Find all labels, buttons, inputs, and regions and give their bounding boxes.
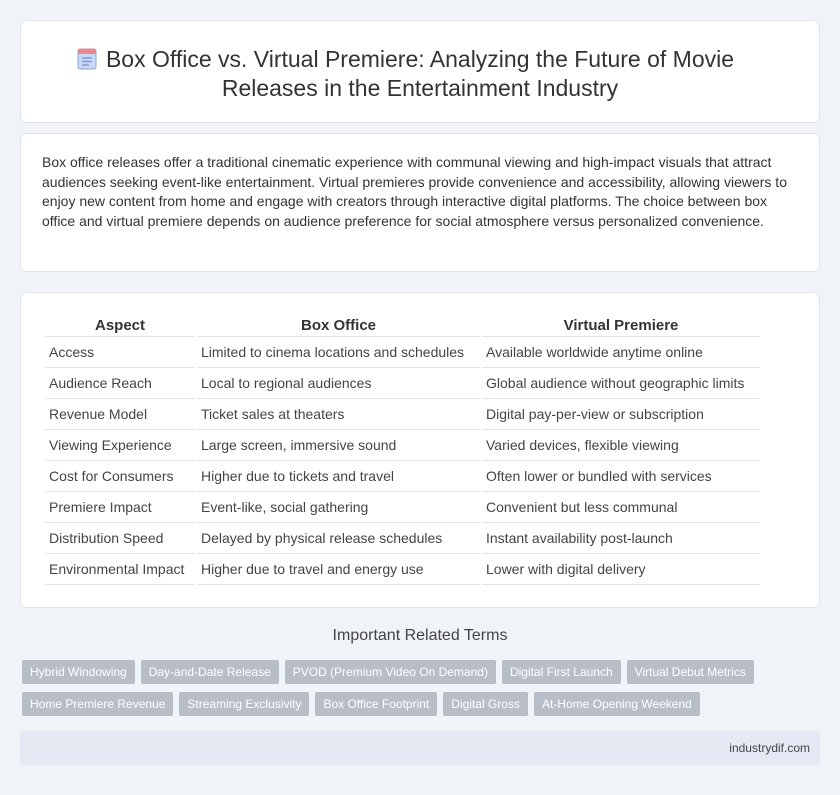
cell-box-office: Large screen, immersive sound [197, 430, 480, 461]
footer: industrydif.com [20, 731, 820, 765]
cell-virtual-premiere: Digital pay-per-view or subscription [482, 399, 760, 430]
footer-site-link[interactable]: industrydif.com [729, 741, 810, 755]
header-aspect: Aspect [45, 315, 195, 337]
cell-aspect: Distribution Speed [45, 523, 195, 554]
term-tag[interactable]: Virtual Debut Metrics [626, 660, 754, 684]
intro-paragraph: Box office releases offer a traditional … [42, 154, 787, 229]
comparison-card: Aspect Box Office Virtual Premiere Acces… [20, 292, 820, 608]
term-row: Hybrid Windowing Day-and-Date Release PV… [22, 660, 822, 684]
term-tag[interactable]: Hybrid Windowing [22, 660, 135, 684]
cell-virtual-premiere: Global audience without geographic limit… [482, 368, 760, 399]
cell-aspect: Cost for Consumers [45, 461, 195, 492]
table-row: Cost for Consumers Higher due to tickets… [45, 461, 760, 492]
related-terms: Hybrid Windowing Day-and-Date Release PV… [22, 660, 822, 724]
term-tag[interactable]: Day-and-Date Release [140, 660, 279, 684]
term-tag[interactable]: Box Office Footprint [315, 692, 438, 716]
cell-aspect: Premiere Impact [45, 492, 195, 523]
cell-aspect: Revenue Model [45, 399, 195, 430]
table-row: Audience Reach Local to regional audienc… [45, 368, 760, 399]
cell-virtual-premiere: Often lower or bundled with services [482, 461, 760, 492]
table-row: Premiere Impact Event-like, social gathe… [45, 492, 760, 523]
term-row: Home Premiere Revenue Streaming Exclusiv… [22, 692, 822, 716]
cell-box-office: Local to regional audiences [197, 368, 480, 399]
intro-card: Box office releases offer a traditional … [20, 133, 820, 272]
cell-box-office: Ticket sales at theaters [197, 399, 480, 430]
header-box-office: Box Office [197, 315, 480, 337]
table-row: Environmental Impact Higher due to trave… [45, 554, 760, 585]
term-tag[interactable]: Digital Gross [443, 692, 528, 716]
header-virtual-premiere: Virtual Premiere [482, 315, 760, 337]
cell-aspect: Access [45, 337, 195, 368]
related-terms-title: Important Related Terms [332, 627, 508, 644]
table-row: Access Limited to cinema locations and s… [45, 337, 760, 368]
cell-virtual-premiere: Varied devices, flexible viewing [482, 430, 760, 461]
cell-virtual-premiere: Lower with digital delivery [482, 554, 760, 585]
cell-box-office: Event-like, social gathering [197, 492, 480, 523]
cell-box-office: Delayed by physical release schedules [197, 523, 480, 554]
cell-virtual-premiere: Available worldwide anytime online [482, 337, 760, 368]
cell-box-office: Limited to cinema locations and schedule… [197, 337, 480, 368]
table-header-row: Aspect Box Office Virtual Premiere [45, 315, 760, 337]
table-row: Viewing Experience Large screen, immersi… [45, 430, 760, 461]
cell-box-office: Higher due to travel and energy use [197, 554, 480, 585]
term-tag[interactable]: At-Home Opening Weekend [533, 692, 700, 716]
cell-aspect: Environmental Impact [45, 554, 195, 585]
cell-aspect: Viewing Experience [45, 430, 195, 461]
cell-aspect: Audience Reach [45, 368, 195, 399]
page-title: Box Office vs. Virtual Premiere: Analyzi… [105, 46, 735, 101]
cell-box-office: Higher due to tickets and travel [197, 461, 480, 492]
comparison-table: Aspect Box Office Virtual Premiere Acces… [43, 315, 762, 585]
term-tag[interactable]: PVOD (Premium Video On Demand) [284, 660, 496, 684]
cell-virtual-premiere: Convenient but less communal [482, 492, 760, 523]
term-tag[interactable]: Home Premiere Revenue [22, 692, 174, 716]
table-row: Revenue Model Ticket sales at theaters D… [45, 399, 760, 430]
title-card: Box Office vs. Virtual Premiere: Analyzi… [20, 20, 820, 123]
term-tag[interactable]: Digital First Launch [501, 660, 621, 684]
cell-virtual-premiere: Instant availability post-launch [482, 523, 760, 554]
term-tag[interactable]: Streaming Exclusivity [179, 692, 310, 716]
table-row: Distribution Speed Delayed by physical r… [45, 523, 760, 554]
